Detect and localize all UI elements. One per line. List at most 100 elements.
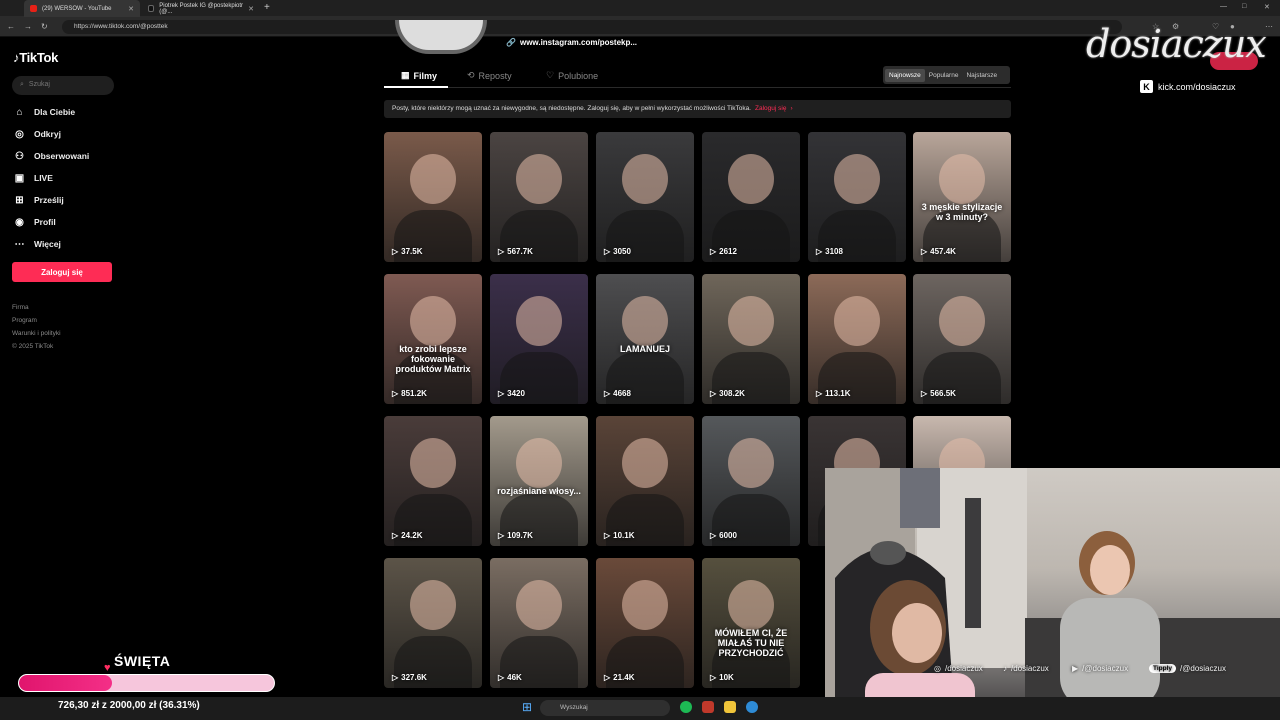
play-icon: ▷ bbox=[921, 389, 928, 398]
social-label: /@dosiaczux bbox=[1180, 664, 1226, 673]
view-count: 10.1K bbox=[613, 531, 635, 540]
forward-icon[interactable]: → bbox=[24, 22, 32, 31]
repost-icon: ⟲ bbox=[467, 70, 475, 80]
video-thumbnail[interactable]: ▷ 308.2K bbox=[702, 274, 800, 404]
profile-avatar bbox=[395, 20, 487, 54]
tiktok-icon: ♪ bbox=[1003, 664, 1007, 673]
video-thumbnail[interactable]: rozjaśniane włosy... ▷ 109.7K bbox=[490, 416, 588, 546]
sidebar-item-live[interactable]: ▣ LIVE bbox=[14, 170, 53, 186]
tab-label: (29) WERSOW - YouTube bbox=[42, 5, 112, 12]
browser-tab-tiktok[interactable]: Piotrek Postek IG @postekpiotr (@... ✕ bbox=[142, 0, 260, 17]
thumbnail-face bbox=[939, 154, 985, 204]
sidebar-item-following[interactable]: ⚇ Obserwowani bbox=[14, 148, 89, 164]
video-thumbnail[interactable]: kto zrobi lepsze fokowanie produktów Mat… bbox=[384, 274, 482, 404]
spotify-icon[interactable] bbox=[680, 701, 692, 713]
video-thumbnail[interactable]: 3 męskie stylizacje w 3 minuty? ▷ 457.4K bbox=[913, 132, 1011, 262]
close-icon[interactable]: ✕ bbox=[128, 5, 134, 13]
sort-popular-button[interactable]: Popularne bbox=[925, 69, 963, 82]
sidebar-item-explore[interactable]: ◎ Odkryj bbox=[14, 126, 61, 142]
thumbnail-caption: rozjaśniane włosy... bbox=[497, 486, 581, 496]
video-thumbnail[interactable]: ▷ 3420 bbox=[490, 274, 588, 404]
browser-tab-youtube[interactable]: (29) WERSOW - YouTube ✕ bbox=[24, 0, 140, 17]
logo-text: TikTok bbox=[19, 50, 59, 65]
person-right-shirt bbox=[1060, 598, 1160, 708]
footer-link-company[interactable]: Firma bbox=[12, 304, 29, 311]
profile-bio-link[interactable]: 🔗 www.instagram.com/postekp... bbox=[506, 38, 637, 47]
minimize-icon[interactable]: — bbox=[1220, 3, 1227, 10]
social-tiktok: ♪ /dosiaczux bbox=[1003, 664, 1049, 673]
taskbar-search[interactable]: Wyszukaj bbox=[540, 700, 670, 716]
video-views: ▷ 2612 bbox=[710, 247, 737, 256]
view-count: 3050 bbox=[613, 247, 631, 256]
video-thumbnail[interactable]: ▷ 46K bbox=[490, 558, 588, 688]
video-thumbnail[interactable]: ▷ 21.4K bbox=[596, 558, 694, 688]
tab-label: Filmy bbox=[413, 70, 438, 81]
video-thumbnail[interactable]: ▷ 567.7K bbox=[490, 132, 588, 262]
profile-icon: ◉ bbox=[15, 216, 24, 228]
video-thumbnail[interactable]: ▷ 6000 bbox=[702, 416, 800, 546]
upload-icon: ⊞ bbox=[15, 194, 24, 206]
sidebar-item-label: Odkryj bbox=[34, 129, 61, 139]
app-icon[interactable] bbox=[702, 701, 714, 713]
sidebar-item-profile[interactable]: ◉ Profil bbox=[14, 214, 56, 230]
browser-tab-bar: (29) WERSOW - YouTube ✕ Piotrek Postek I… bbox=[0, 0, 1280, 17]
new-tab-icon[interactable]: + bbox=[264, 2, 270, 13]
notice-login-link[interactable]: Zaloguj się bbox=[755, 105, 786, 113]
video-views: ▷ 3108 bbox=[816, 247, 843, 256]
view-count: 46K bbox=[507, 673, 522, 682]
sidebar-item-for-you[interactable]: ⌂ Dla Ciebie bbox=[14, 104, 75, 120]
play-icon: ▷ bbox=[710, 247, 717, 256]
maximize-icon[interactable]: □ bbox=[1242, 3, 1246, 10]
video-thumbnail[interactable]: ▷ 327.6K bbox=[384, 558, 482, 688]
sidebar-item-label: Więcej bbox=[34, 239, 61, 249]
address-bar[interactable]: https://www.tiktok.com/@posttek bbox=[62, 20, 1122, 34]
sort-newest-button[interactable]: Najnowsze bbox=[885, 68, 925, 82]
folder-icon[interactable] bbox=[724, 701, 736, 713]
edge-icon[interactable] bbox=[746, 701, 758, 713]
thumbnail-caption: kto zrobi lepsze fokowanie produktów Mat… bbox=[395, 344, 471, 374]
login-button[interactable]: Zaloguj się bbox=[12, 262, 112, 282]
tab-liked[interactable]: ♡ Polubione bbox=[546, 70, 598, 81]
reload-icon[interactable]: ↻ bbox=[41, 22, 48, 31]
windows-start-icon[interactable]: ⊞ bbox=[522, 700, 532, 714]
video-thumbnail[interactable]: ▷ 3108 bbox=[808, 132, 906, 262]
goal-progress-fill bbox=[19, 675, 112, 691]
tiktok-logo[interactable]: ♪TikTok bbox=[13, 50, 58, 65]
video-views: ▷ 308.2K bbox=[710, 389, 745, 398]
video-thumbnail[interactable]: ▷ 113.1K bbox=[808, 274, 906, 404]
sidebar-item-upload[interactable]: ⊞ Prześlij bbox=[14, 192, 64, 208]
play-icon: ▷ bbox=[392, 247, 399, 256]
video-thumbnail[interactable]: ▷ 566.5K bbox=[913, 274, 1011, 404]
video-thumbnail[interactable]: LAMANUEJ ▷ 4668 bbox=[596, 274, 694, 404]
thumbnail-face bbox=[410, 154, 456, 204]
footer-link-terms[interactable]: Warunki i polityki bbox=[12, 330, 61, 337]
tab-reposts[interactable]: ⟲ Reposty bbox=[467, 70, 512, 81]
tab-videos[interactable]: ▦ Filmy bbox=[401, 70, 437, 81]
play-icon: ▷ bbox=[816, 389, 823, 398]
video-thumbnail[interactable]: ▷ 2612 bbox=[702, 132, 800, 262]
thumbnail-face bbox=[516, 154, 562, 204]
footer-link-program[interactable]: Program bbox=[12, 317, 37, 324]
video-thumbnail[interactable]: MÓWIŁEM CI, ŻE MIAŁAŚ TU NIE PRZYCHODZIĆ… bbox=[702, 558, 800, 688]
video-views: ▷ 6000 bbox=[710, 531, 737, 540]
thumbnail-face bbox=[516, 438, 562, 488]
sidebar-item-more[interactable]: ⋯ Więcej bbox=[14, 236, 61, 252]
video-thumbnail[interactable]: ▷ 24.2K bbox=[384, 416, 482, 546]
video-views: ▷ 37.5K bbox=[392, 247, 423, 256]
thumbnail-face bbox=[622, 438, 668, 488]
video-thumbnail[interactable]: ▷ 3050 bbox=[596, 132, 694, 262]
notice-text: Posty, które niektórzy mogą uznać za nie… bbox=[392, 105, 751, 112]
sort-oldest-button[interactable]: Najstarsze bbox=[962, 69, 1001, 82]
close-window-icon[interactable]: ✕ bbox=[1264, 3, 1270, 11]
sidebar-item-label: Prześlij bbox=[34, 195, 64, 205]
video-thumbnail[interactable]: ▷ 10.1K bbox=[596, 416, 694, 546]
close-icon[interactable]: ✕ bbox=[248, 5, 254, 13]
browser-menu-icon[interactable]: ⋯ bbox=[1265, 22, 1273, 31]
home-icon: ⌂ bbox=[16, 106, 23, 118]
search-input[interactable]: ⌕ Szukaj bbox=[12, 76, 114, 95]
back-icon[interactable]: ← bbox=[7, 22, 15, 31]
thumbnail-caption: LAMANUEJ bbox=[619, 344, 670, 354]
kick-icon: K bbox=[1140, 80, 1153, 93]
video-thumbnail[interactable]: ▷ 37.5K bbox=[384, 132, 482, 262]
kick-url: kick.com/dosiaczux bbox=[1158, 81, 1236, 92]
